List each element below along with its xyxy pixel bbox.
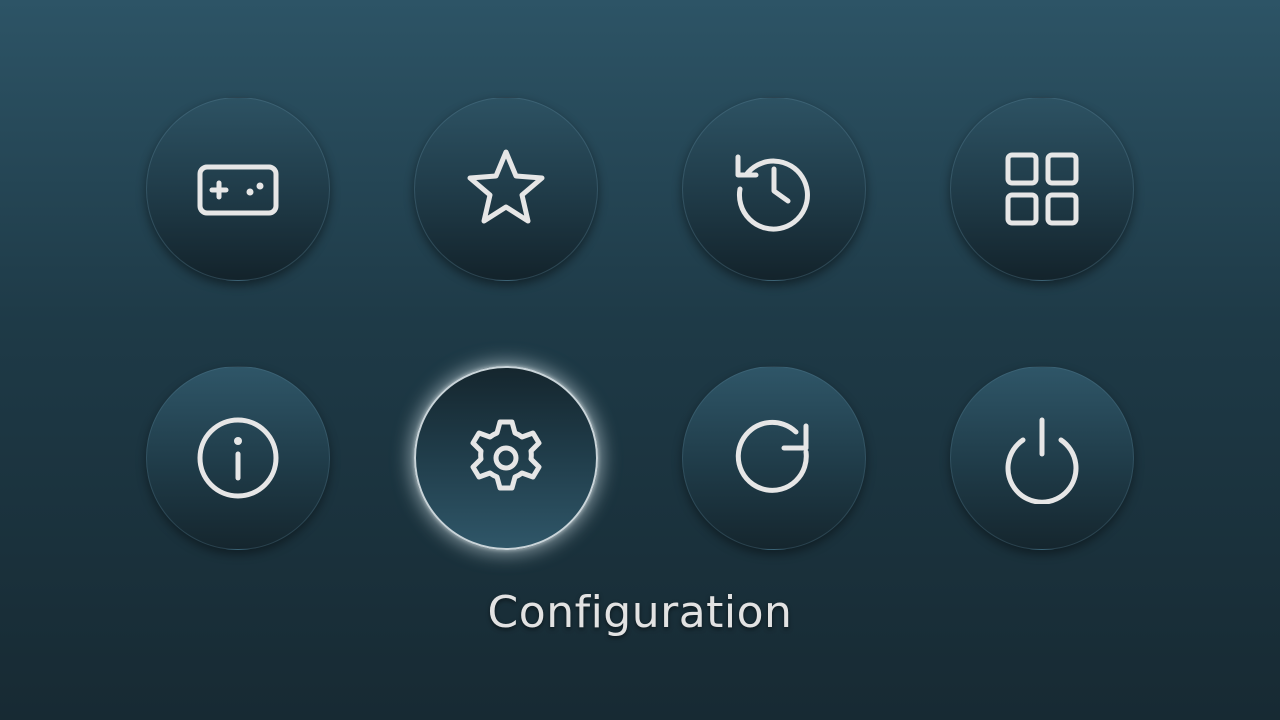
history-button[interactable] (682, 97, 866, 281)
configuration-button[interactable] (414, 366, 598, 550)
apps-button[interactable] (950, 97, 1134, 281)
power-button[interactable] (950, 366, 1134, 550)
info-button[interactable] (146, 366, 330, 550)
grid-icon (1005, 152, 1079, 226)
refresh-button[interactable] (682, 366, 866, 550)
favorites-button[interactable] (414, 97, 598, 281)
selected-item-label: Configuration (487, 587, 793, 638)
gamepad-icon (197, 164, 279, 216)
games-button[interactable] (146, 97, 330, 281)
info-icon (197, 417, 279, 499)
power-icon (1005, 417, 1079, 504)
history-icon (735, 154, 810, 232)
star-icon (467, 149, 545, 224)
gear-icon (470, 419, 542, 491)
refresh-icon (735, 419, 809, 493)
